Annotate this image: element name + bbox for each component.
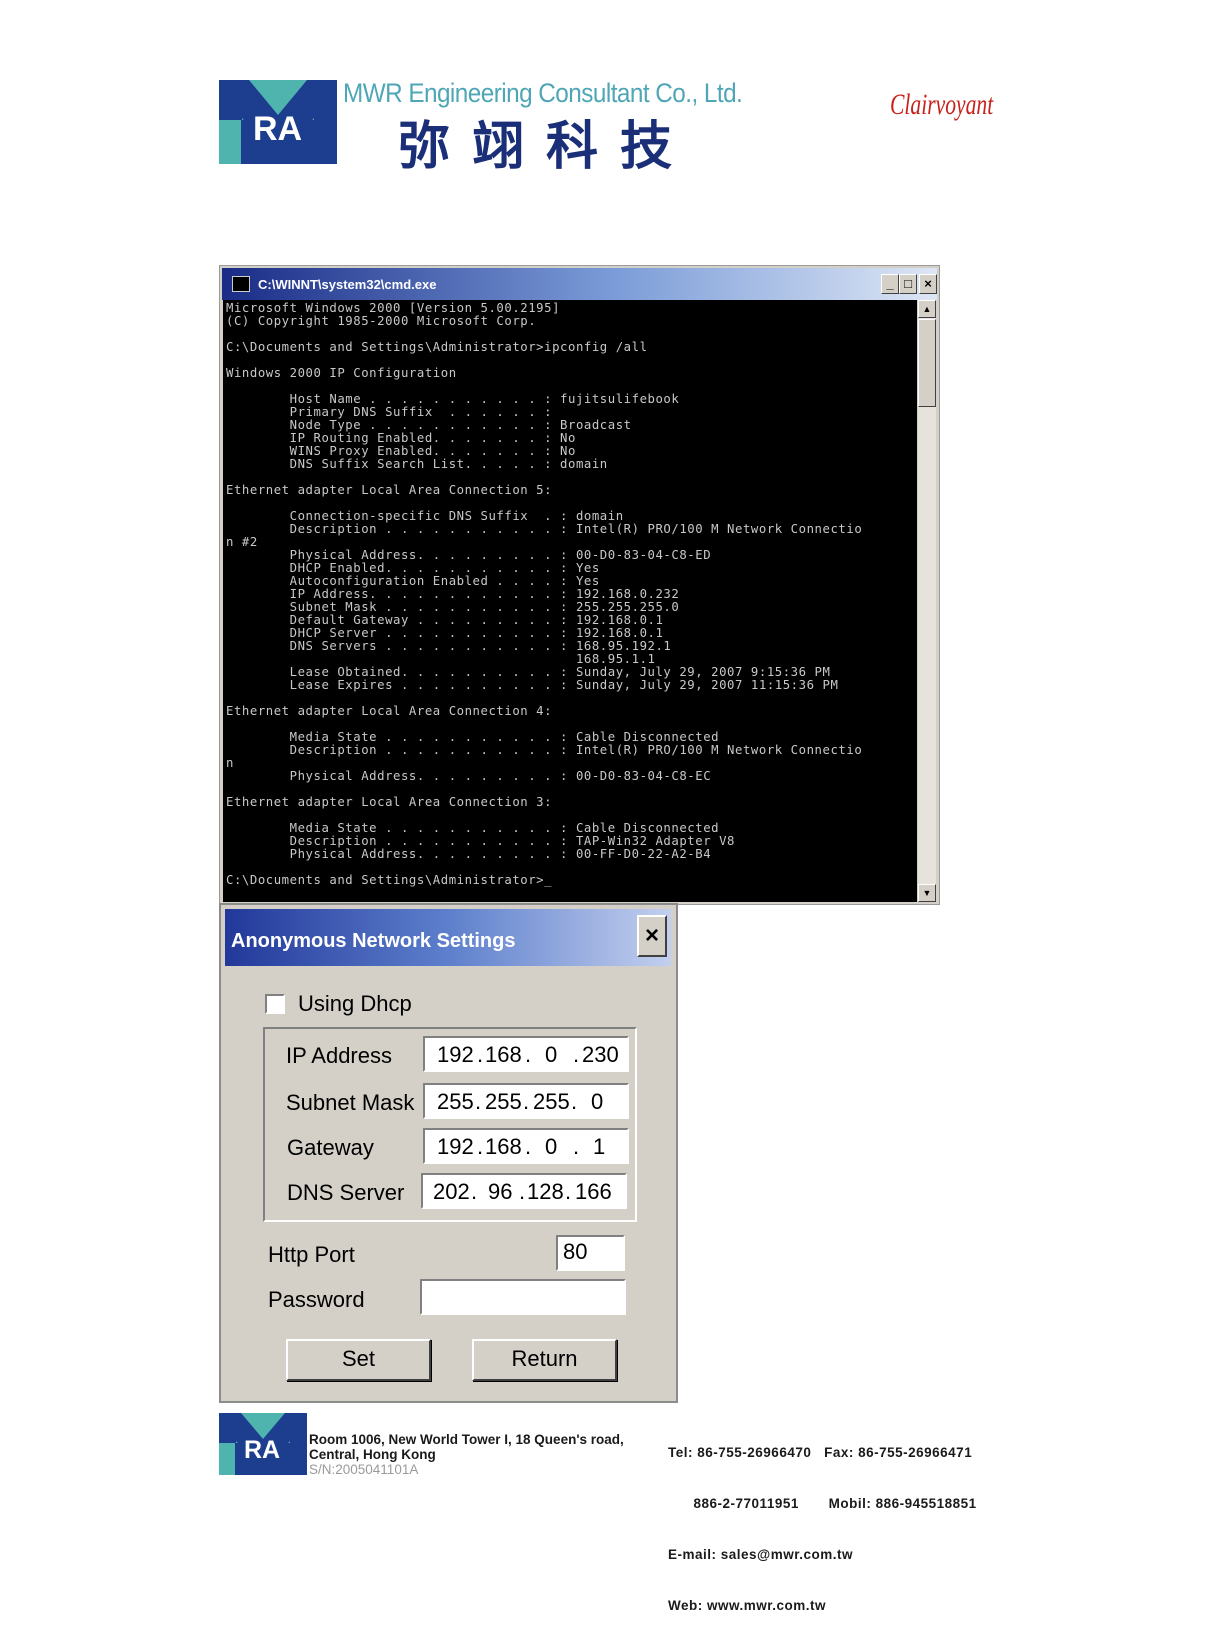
octet: 255 [485, 1089, 522, 1114]
brand-name: Clairvoyant [890, 88, 994, 121]
octet: 168 [485, 1134, 522, 1159]
company-logo-icon: RA [219, 80, 337, 164]
octet: 230 [582, 1042, 619, 1067]
dot: . [519, 1179, 526, 1204]
dot: . [477, 1134, 484, 1159]
company-name-chinese: 弥翊科技 [398, 116, 695, 177]
close-button[interactable]: × [919, 274, 937, 294]
octet: 96 [488, 1179, 513, 1204]
http-port-input[interactable]: 80 [556, 1235, 625, 1271]
dialog-title: Anonymous Network Settings [231, 930, 516, 952]
octet: 128 [527, 1179, 564, 1204]
dot: . [565, 1179, 572, 1204]
octet: 192 [437, 1042, 474, 1067]
subnet-mask-label: Subnet Mask [286, 1090, 415, 1115]
octet: 0 [545, 1042, 558, 1067]
dns-server-field[interactable]: 202 . 96 . 128 . 166 [421, 1173, 627, 1209]
scroll-up-icon[interactable]: ▲ [918, 300, 936, 318]
network-settings-dialog: Anonymous Network Settings × Using Dhcp … [219, 903, 678, 1403]
address-line-2: Central, Hong Kong [309, 1447, 436, 1462]
octet: 192 [437, 1134, 474, 1159]
footer-tel-2: 886-2-77011951 Mobil: 886-945518851 [668, 1496, 977, 1511]
ip-address-field[interactable]: 192 . 168 . 0 . 230 [423, 1036, 629, 1072]
serial-number: S/N:2005041101A [309, 1462, 419, 1477]
dot: . [571, 1089, 578, 1114]
scroll-thumb[interactable] [918, 319, 936, 407]
gateway-label: Gateway [287, 1135, 374, 1160]
cmd-scrollbar[interactable]: ▲ ▼ [918, 300, 936, 902]
gateway-field[interactable]: 192 . 168 . 0 . 1 [423, 1128, 629, 1164]
using-dhcp-label: Using Dhcp [298, 991, 412, 1016]
http-port-label: Http Port [268, 1242, 355, 1267]
set-button[interactable]: Set [286, 1339, 431, 1381]
dot: . [477, 1042, 484, 1067]
ip-address-label: IP Address [286, 1043, 392, 1068]
address-line-1: Room 1006, New World Tower I, 18 Queen's… [309, 1432, 624, 1447]
dot: . [471, 1179, 478, 1204]
dot: . [523, 1089, 530, 1114]
dot: . [525, 1042, 532, 1067]
octet: 0 [591, 1089, 604, 1114]
footer-email: E-mail: sales@mwr.com.tw [668, 1547, 853, 1562]
svg-text:RA: RA [244, 1436, 280, 1464]
cmd-icon [232, 276, 250, 292]
footer-logo-icon: RA [219, 1413, 307, 1475]
octet: 0 [545, 1134, 558, 1159]
cmd-titlebar[interactable]: C:\WINNT\system32\cmd.exe _ □ × [222, 268, 937, 300]
octet: 255 [533, 1089, 570, 1114]
cmd-title: C:\WINNT\system32\cmd.exe [258, 277, 437, 292]
subnet-mask-field[interactable]: 255 . 255 . 255 . 0 [423, 1083, 629, 1119]
cmd-window: C:\WINNT\system32\cmd.exe _ □ × Microsof… [219, 265, 940, 905]
cmd-console[interactable]: Microsoft Windows 2000 [Version 5.00.219… [223, 300, 917, 902]
dot: . [475, 1089, 482, 1114]
scroll-down-icon[interactable]: ▼ [918, 884, 936, 902]
octet: 255 [437, 1089, 474, 1114]
minimize-button[interactable]: _ [881, 274, 899, 294]
dot: . [573, 1134, 580, 1159]
footer-web: Web: www.mwr.com.tw [668, 1598, 827, 1613]
footer-tel: Tel: 86-755-26966470 Fax: 86-755-2696647… [668, 1445, 973, 1460]
cmd-output: Microsoft Windows 2000 [Version 5.00.219… [226, 301, 863, 887]
octet: 168 [485, 1042, 522, 1067]
dns-server-label: DNS Server [287, 1180, 405, 1205]
octet: 166 [575, 1179, 612, 1204]
octet: 202 [433, 1179, 470, 1204]
dot: . [573, 1042, 580, 1067]
password-input[interactable] [420, 1279, 626, 1315]
dot: . [525, 1134, 532, 1159]
footer-address: Room 1006, New World Tower I, 18 Queen's… [309, 1432, 624, 1477]
footer-contact: Tel: 86-755-26966470 Fax: 86-755-2696647… [668, 1410, 977, 1631]
return-button[interactable]: Return [472, 1339, 617, 1381]
dialog-titlebar[interactable]: Anonymous Network Settings [225, 909, 671, 966]
dialog-close-button[interactable]: × [637, 915, 667, 957]
octet: 1 [593, 1134, 606, 1159]
svg-text:RA: RA [253, 110, 302, 148]
password-label: Password [268, 1287, 365, 1312]
using-dhcp-checkbox[interactable] [265, 994, 285, 1014]
maximize-button[interactable]: □ [899, 274, 917, 294]
